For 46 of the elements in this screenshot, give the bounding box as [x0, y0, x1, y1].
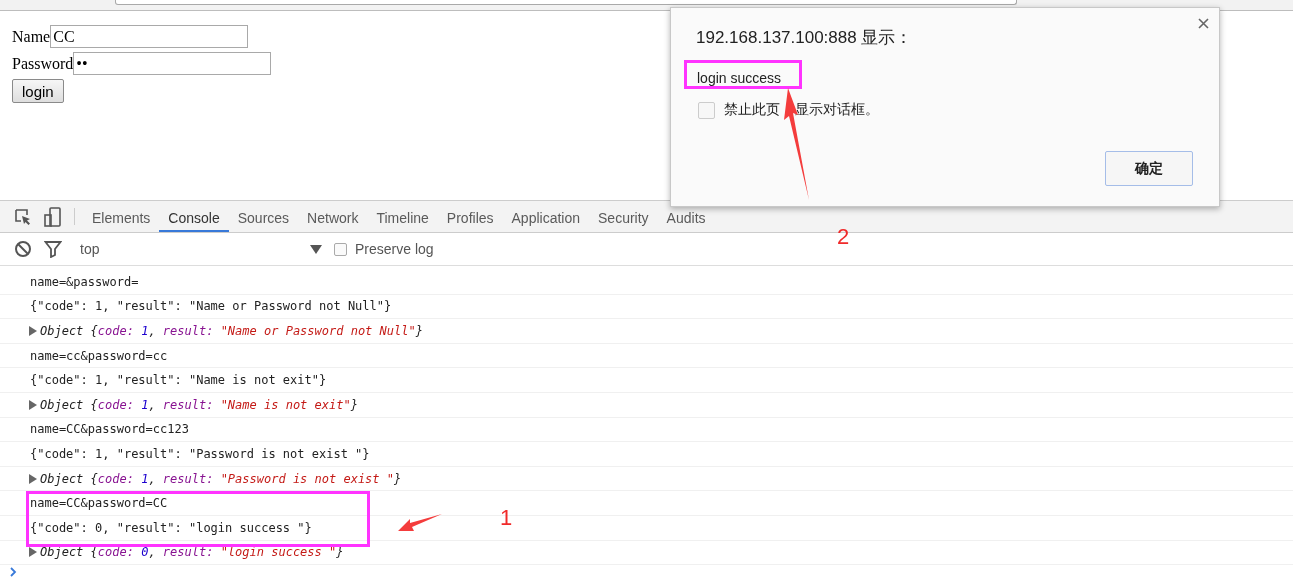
preserve-log-label: Preserve log [355, 241, 434, 257]
ok-button[interactable]: 确定 [1105, 151, 1193, 186]
expand-triangle-icon[interactable] [28, 473, 37, 484]
expand-triangle-icon[interactable] [28, 326, 37, 336]
devtools-tab[interactable]: Console [159, 201, 229, 232]
clear-icon[interactable] [12, 240, 34, 258]
address-field[interactable] [115, 0, 1017, 5]
arrow [398, 514, 442, 531]
dialog-title: 192.168.137.100:888 显示： [696, 27, 914, 49]
name-input[interactable]: CC [50, 25, 249, 48]
password-label: Password [12, 54, 74, 73]
devtools-tab[interactable]: Profiles [437, 201, 503, 232]
context-selector[interactable]: top [80, 241, 310, 257]
console-message: {"code": 1, "result": "Password is not exist "} [30, 446, 370, 461]
preserve-log-checkbox[interactable] [334, 242, 347, 256]
devtools-tab[interactable]: Security [589, 201, 658, 232]
checkbox-label: 显示对话框。 [795, 101, 879, 119]
console-object[interactable]: Object {code: 1, result: "Name or Password not Null"} [40, 324, 423, 338]
console-object[interactable]: Object {code: 1, result: "Password is not exist "} [40, 471, 402, 486]
devtools-tab[interactable]: Application [502, 201, 590, 232]
caret-icon[interactable] [310, 244, 322, 254]
devtools-tab[interactable]: Network [298, 201, 368, 232]
login-button[interactable]: login [12, 79, 64, 103]
dialog-message: login success [696, 70, 783, 86]
console-object[interactable]: Object {code: 1, result: "Name is not exit"} [40, 397, 358, 412]
suppress-checkbox[interactable] [698, 101, 715, 119]
name-label: Name [12, 27, 51, 46]
annotation-number: 1 [500, 505, 513, 531]
devtools-tab[interactable]: Audits [657, 201, 715, 232]
close-icon[interactable] [1198, 18, 1209, 29]
filter-icon[interactable] [42, 240, 64, 258]
password-input[interactable]: •• [73, 52, 272, 75]
console-message: name=cc&password=cc [30, 348, 168, 363]
devtools-tab[interactable]: Sources [228, 201, 299, 232]
annotation-number: 2 [837, 224, 850, 250]
checkbox-label: 禁止此页 [724, 101, 780, 119]
console-message: name=CC&password=CC [30, 496, 168, 511]
console-message: {"code": 1, "result": "Name or Password not Null"} [30, 299, 392, 314]
devtools-tab[interactable]: Elements [83, 201, 160, 232]
console-message: name=&password= [30, 274, 139, 289]
console-message: {"code": 1, "result": "Name is not exit"} [30, 373, 327, 388]
expand-triangle-icon[interactable] [28, 547, 37, 558]
console-message: name=CC&password=cc123 [30, 422, 189, 437]
expand-triangle-icon[interactable] [28, 399, 37, 410]
console-message: {"code": 0, "result": "login success "} [30, 520, 312, 535]
devtools-tab[interactable]: Timeline [367, 201, 438, 232]
